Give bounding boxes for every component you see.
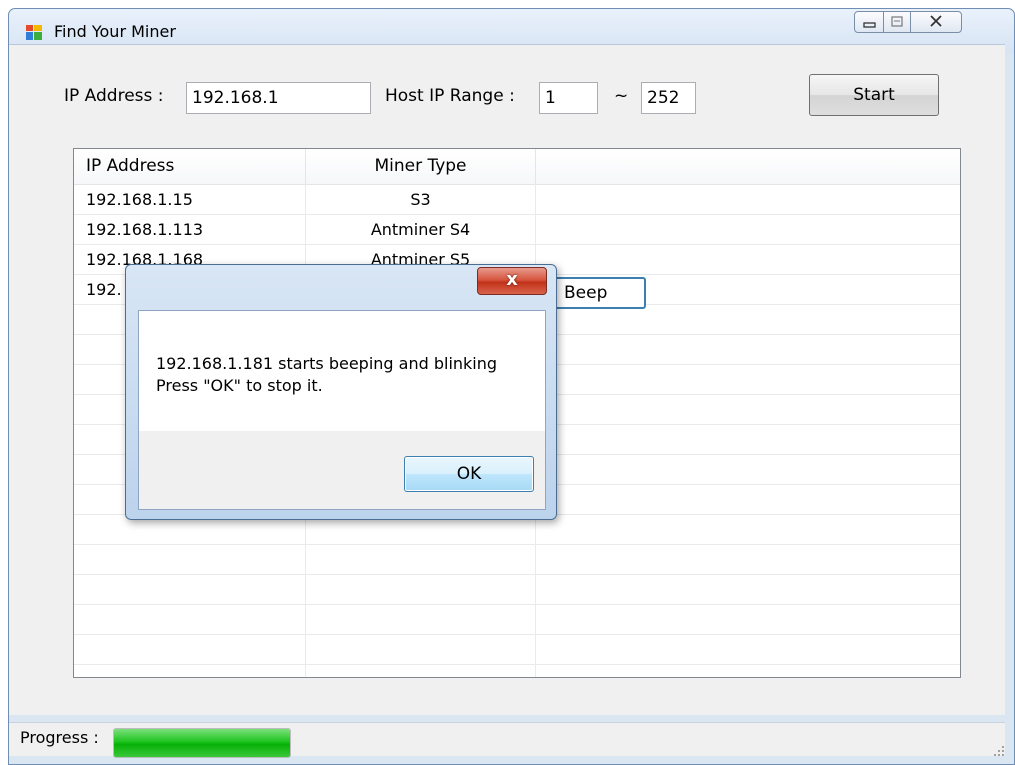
table-row bbox=[74, 545, 960, 575]
column-header-ip[interactable]: IP Address bbox=[86, 149, 174, 184]
app-window-icon bbox=[26, 25, 42, 40]
dialog-message-line: Press "OK" to stop it. bbox=[156, 376, 323, 395]
beep-button[interactable]: Beep bbox=[553, 277, 646, 309]
minimize-icon bbox=[863, 22, 876, 28]
maximize-icon bbox=[891, 16, 903, 27]
close-icon bbox=[930, 15, 942, 27]
window-title: Find Your Miner bbox=[54, 22, 176, 41]
range-start-input[interactable]: 1 bbox=[539, 82, 598, 114]
table-row[interactable]: 192.168.1.15 S3 bbox=[74, 185, 960, 215]
cell-ip: 192. bbox=[86, 280, 122, 299]
message-dialog[interactable]: x 192.168.1.181 starts beeping and blink… bbox=[125, 264, 557, 520]
cell-type: Antminer S4 bbox=[370, 220, 471, 239]
dialog-body: 192.168.1.181 starts beeping and blinkin… bbox=[138, 310, 546, 510]
host-range-label: Host IP Range : bbox=[385, 86, 515, 106]
table-row bbox=[74, 575, 960, 605]
resize-grip-icon[interactable] bbox=[990, 742, 1006, 758]
table-header: IP Address Miner Type bbox=[74, 149, 960, 185]
table-row bbox=[74, 635, 960, 665]
progress-bar bbox=[113, 728, 291, 758]
column-header-type[interactable]: Miner Type bbox=[306, 149, 535, 184]
dialog-close-button[interactable]: x bbox=[477, 267, 547, 295]
cell-ip: 192.168.1.113 bbox=[86, 220, 204, 239]
dialog-message: 192.168.1.181 starts beeping and blinkin… bbox=[156, 353, 497, 397]
range-separator: ~ bbox=[614, 86, 629, 106]
start-button[interactable]: Start bbox=[809, 74, 939, 116]
ip-address-input[interactable]: 192.168.1 bbox=[186, 82, 371, 114]
progress-fill bbox=[114, 729, 290, 757]
ok-button[interactable]: OK bbox=[404, 456, 534, 492]
range-end-input[interactable]: 252 bbox=[641, 82, 696, 114]
dialog-message-line: 192.168.1.181 starts beeping and blinkin… bbox=[156, 354, 498, 373]
progress-label: Progress : bbox=[20, 728, 99, 747]
close-icon: x bbox=[506, 269, 518, 290]
table-row[interactable]: 192.168.1.113 Antminer S4 bbox=[74, 215, 960, 245]
cell-ip: 192.168.1.15 bbox=[86, 190, 193, 209]
window-close-button[interactable] bbox=[910, 11, 962, 33]
minimize-button[interactable] bbox=[854, 11, 884, 33]
ip-address-label: IP Address : bbox=[64, 86, 164, 106]
cell-type: S3 bbox=[410, 190, 431, 209]
maximize-button[interactable] bbox=[883, 11, 911, 33]
table-row bbox=[74, 605, 960, 635]
